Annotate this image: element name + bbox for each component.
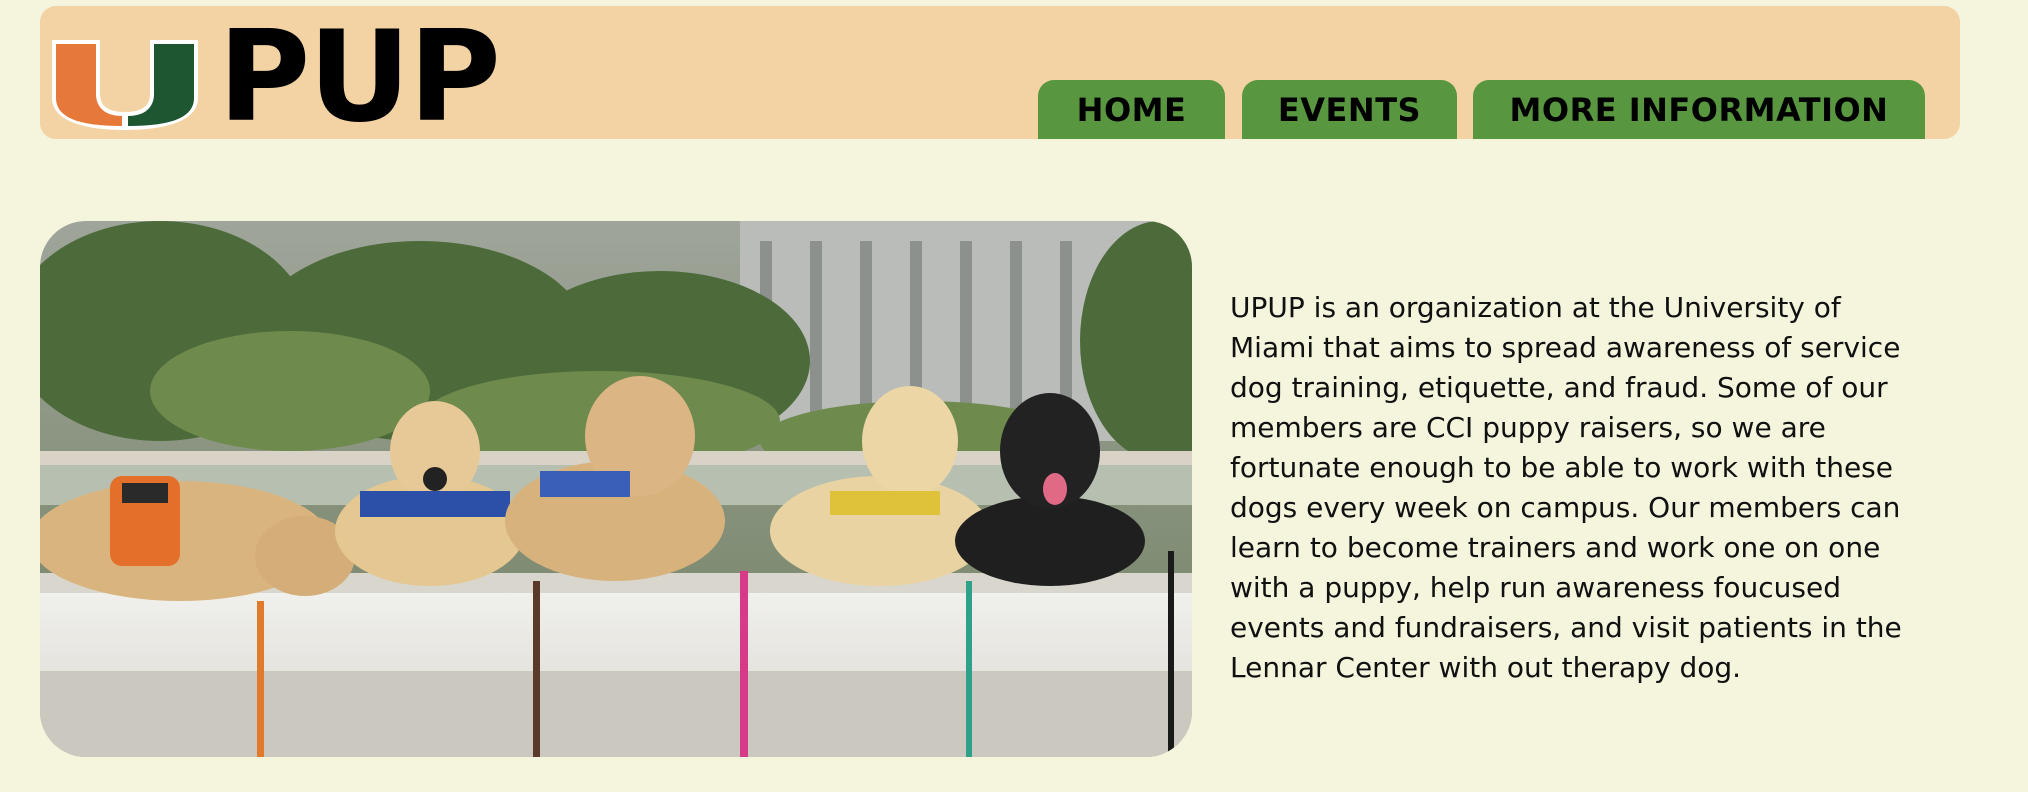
u-monogram-icon[interactable] xyxy=(50,32,200,132)
hero-photo xyxy=(40,221,1192,757)
brand-name[interactable]: PUP xyxy=(218,14,501,140)
nav-tab-more-information[interactable]: MORE INFORMATION xyxy=(1473,80,1925,139)
nav-tab-events[interactable]: EVENTS xyxy=(1242,80,1457,139)
service-dog-puppies-photo xyxy=(40,221,1192,757)
nav-tab-home[interactable]: HOME xyxy=(1038,80,1225,139)
about-paragraph: UPUP is an organization at the Universit… xyxy=(1230,291,1902,684)
site-header: PUP HOME EVENTS MORE INFORMATION xyxy=(40,6,1960,140)
